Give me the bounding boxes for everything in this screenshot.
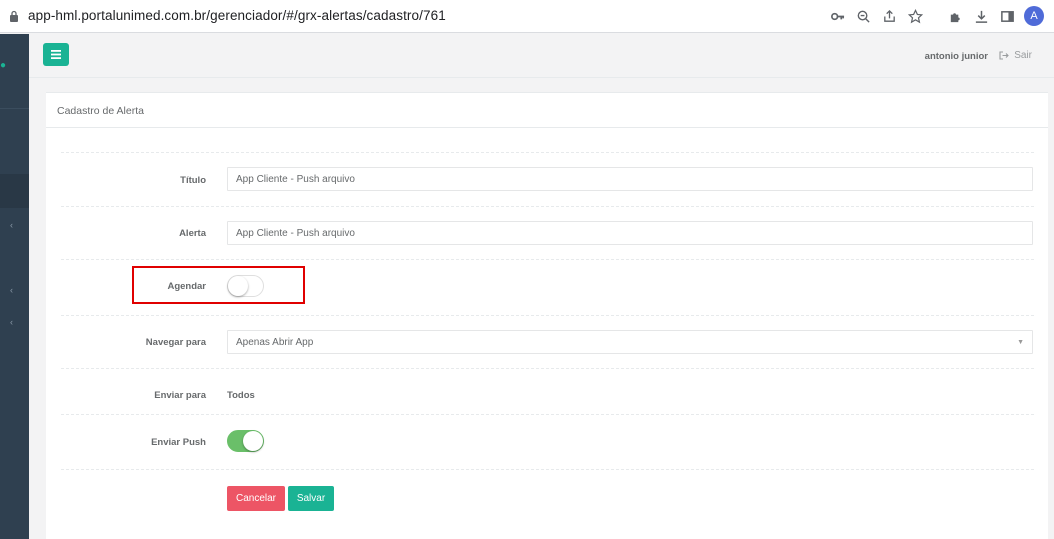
enviar-push-toggle[interactable] [227, 430, 264, 452]
star-icon[interactable] [902, 5, 928, 27]
share-icon[interactable] [876, 5, 902, 27]
toggle-knob [243, 431, 263, 451]
menu-toggle-button[interactable] [43, 43, 69, 66]
sidebar: ● ‹ ‹ ‹ [0, 34, 29, 539]
enviar-para-label: Enviar para [154, 390, 206, 401]
titulo-input[interactable]: App Cliente - Push arquivo [227, 167, 1033, 191]
enviar-push-label: Enviar Push [151, 437, 206, 448]
alerta-input[interactable]: App Cliente - Push arquivo [227, 221, 1033, 245]
agendar-highlight-box [132, 266, 305, 304]
navegar-selected-value: Apenas Abrir App [236, 337, 314, 348]
profile-avatar[interactable]: A [1024, 6, 1044, 26]
caret-down-icon: ▼ [1017, 339, 1024, 346]
user-name: antonio junior [924, 51, 988, 62]
top-navbar: antonio junior Sair [29, 34, 1054, 78]
navegar-select[interactable]: Apenas Abrir App ▼ [227, 330, 1033, 354]
form-divider [61, 315, 1034, 316]
form-divider [61, 152, 1034, 153]
side-panel-icon[interactable] [994, 5, 1020, 27]
sidebar-divider [0, 108, 29, 109]
logout-label: Sair [1014, 50, 1032, 61]
url-text[interactable]: app-hml.portalunimed.com.br/gerenciador/… [28, 8, 446, 23]
lock-icon [10, 10, 18, 22]
save-button[interactable]: Salvar [288, 486, 334, 511]
panel-title: Cadastro de Alerta [57, 105, 144, 117]
alert-form-panel: Cadastro de Alerta Título App Cliente - … [46, 92, 1048, 539]
sidebar-item-active[interactable] [0, 174, 29, 208]
download-icon[interactable] [968, 5, 994, 27]
navegar-label: Navegar para [145, 337, 206, 348]
form-divider [61, 469, 1034, 470]
titulo-label: Título [180, 175, 206, 186]
hamburger-icon [51, 50, 61, 59]
browser-toolbar: A [824, 5, 1044, 27]
form-divider [61, 206, 1034, 207]
logout-link[interactable]: Sair [999, 50, 1032, 61]
cancel-button[interactable]: Cancelar [227, 486, 285, 511]
zoom-icon[interactable] [850, 5, 876, 27]
enviar-para-value: Todos [227, 390, 255, 401]
alerta-label: Alerta [179, 228, 206, 239]
browser-address-bar: app-hml.portalunimed.com.br/gerenciador/… [0, 0, 1054, 33]
chevron-left-icon[interactable]: ‹ [10, 220, 13, 230]
chevron-left-icon[interactable]: ‹ [10, 317, 13, 327]
panel-title-divider [46, 127, 1048, 128]
extensions-icon[interactable] [942, 5, 968, 27]
chevron-left-icon[interactable]: ‹ [10, 285, 13, 295]
form-divider [61, 368, 1034, 369]
sign-out-icon [999, 51, 1009, 60]
form-divider [61, 414, 1034, 415]
sidebar-logo: ● [0, 60, 6, 71]
form-divider [61, 259, 1034, 260]
key-icon[interactable] [824, 5, 850, 27]
